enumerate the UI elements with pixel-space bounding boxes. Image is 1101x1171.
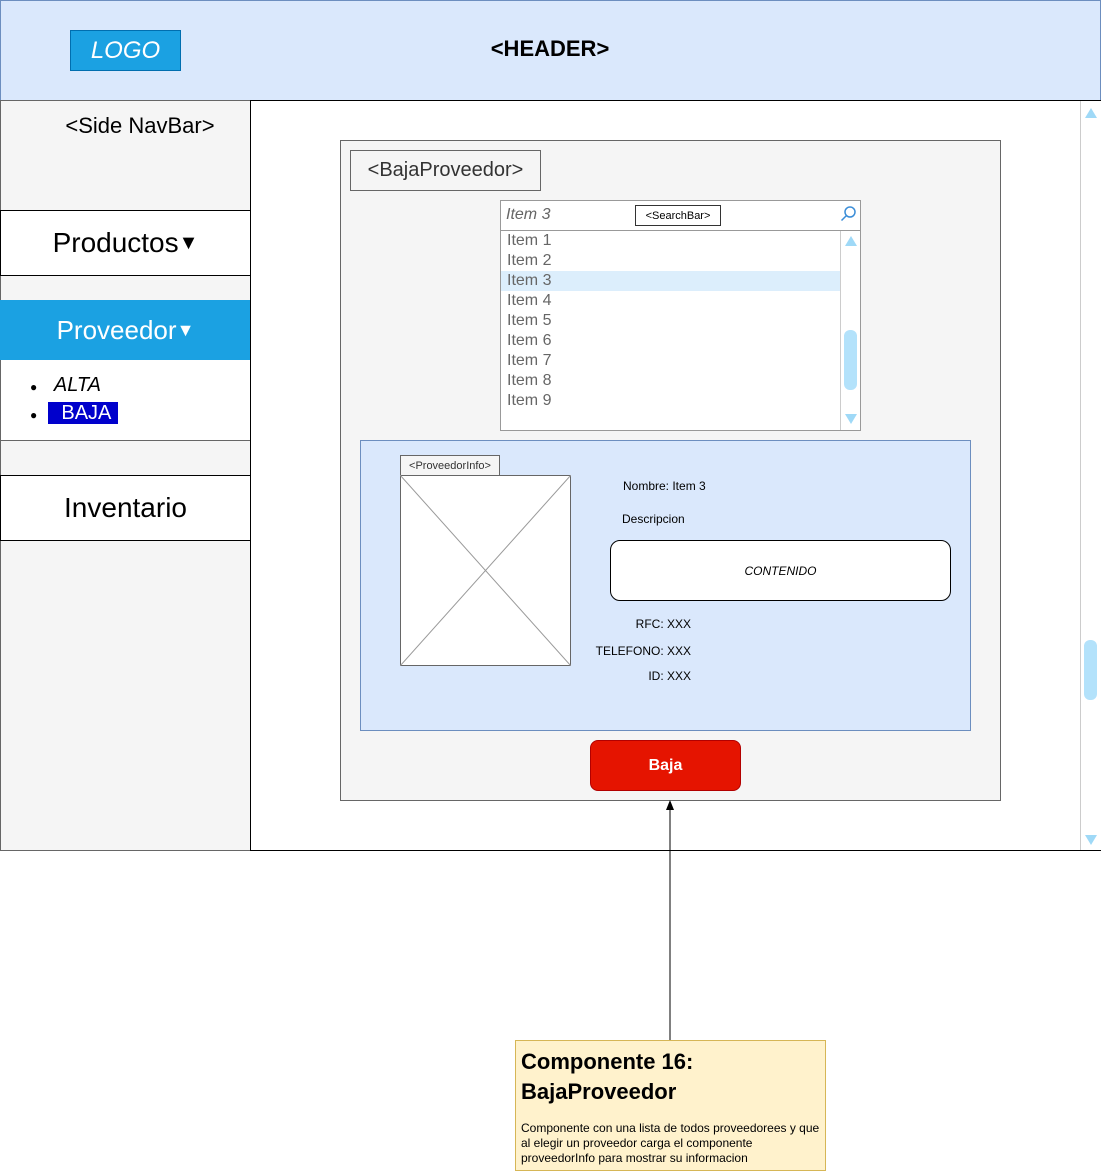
- list-item[interactable]: Item 5: [501, 311, 840, 331]
- proveedor-submenu: [0, 360, 251, 441]
- list-item[interactable]: Item 1: [501, 231, 840, 251]
- nav-item-label: Productos: [52, 227, 179, 258]
- proveedor-info-label: <ProveedorInfo>: [400, 455, 500, 476]
- descripcion-content: CONTENIDO: [610, 540, 951, 601]
- submenu-item-label: ALTA: [53, 374, 101, 396]
- nav-item-productos[interactable]: Productos ▼: [0, 210, 251, 276]
- component-label: <BajaProveedor>: [350, 150, 541, 191]
- search-icon[interactable]: [839, 205, 857, 223]
- bullet-icon: ●: [30, 380, 38, 394]
- chevron-down-icon: ▼: [178, 231, 199, 254]
- scroll-up-icon[interactable]: [845, 236, 857, 246]
- bullet-icon: ●: [30, 408, 38, 422]
- searchbar-label: <SearchBar>: [635, 205, 721, 226]
- image-placeholder-icon: [400, 475, 571, 666]
- list-item[interactable]: Item 2: [501, 251, 840, 271]
- nav-item-proveedor[interactable]: Proveedor ▼: [0, 300, 251, 361]
- contenido-text: CONTENIDO: [744, 563, 817, 578]
- submenu-item-label: BAJA: [48, 402, 119, 424]
- list-item[interactable]: Item 6: [501, 331, 840, 351]
- list-scroll-thumb[interactable]: [844, 330, 857, 390]
- list-item[interactable]: Item 9: [501, 391, 840, 411]
- submenu-item-alta[interactable]: ● ALTA: [30, 374, 101, 397]
- nombre-field: Nombre: Item 3: [623, 479, 706, 493]
- nav-item-label: Proveedor: [56, 315, 177, 345]
- descripcion-label: Descripcion: [622, 512, 685, 526]
- note-body: Componente con una lista de todos provee…: [521, 1121, 820, 1165]
- page-scroll-thumb[interactable]: [1084, 640, 1097, 700]
- annotation-note: Componente 16: BajaProveedor Componente …: [515, 1040, 826, 1171]
- logo[interactable]: LOGO: [70, 30, 181, 71]
- side-navbar-title: <Side NavBar>: [65, 113, 215, 138]
- id-field: ID: XXX: [648, 669, 691, 683]
- baja-button[interactable]: Baja: [590, 740, 741, 791]
- nav-item-label: Inventario: [64, 492, 187, 523]
- list-item[interactable]: Item 7: [501, 351, 840, 371]
- scroll-down-icon[interactable]: [1085, 835, 1097, 845]
- scroll-down-icon[interactable]: [845, 414, 857, 424]
- page-scrollbar[interactable]: [1080, 101, 1101, 850]
- search-value: Item 3: [506, 206, 551, 223]
- header-title: <HEADER>: [490, 36, 610, 61]
- note-title: Componente 16: BajaProveedor: [521, 1049, 694, 1104]
- scroll-up-icon[interactable]: [1085, 108, 1097, 118]
- list-items: Item 1 Item 2 Item 3 Item 4 Item 5 Item …: [501, 231, 840, 411]
- list-item[interactable]: Item 8: [501, 371, 840, 391]
- list-item-selected[interactable]: Item 3: [501, 271, 840, 291]
- nav-item-inventario[interactable]: Inventario: [0, 475, 251, 541]
- telefono-field: TELEFONO: XXX: [595, 644, 691, 658]
- list-item[interactable]: Item 4: [501, 291, 840, 311]
- rfc-field: RFC: XXX: [635, 617, 691, 631]
- chevron-down-icon: ▼: [176, 320, 195, 340]
- submenu-item-baja[interactable]: ● BAJA: [30, 402, 119, 425]
